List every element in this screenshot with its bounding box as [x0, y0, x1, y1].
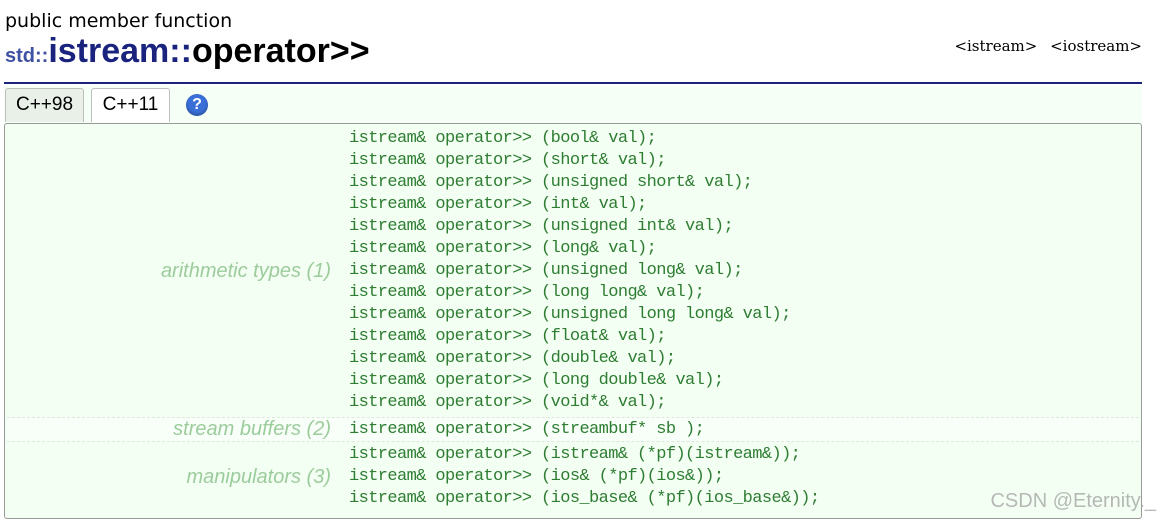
prototype: istream& operator>> (unsigned long& val)…: [349, 261, 743, 280]
prototype-list: istream& operator>> (istream& (*pf)(istr…: [349, 444, 820, 510]
watermark: CSDN @Eternity._: [990, 490, 1156, 512]
prototype: istream& operator>> (int& val);: [349, 195, 647, 214]
group-stream-buffers: stream buffers (2) istream& operator>> (…: [7, 417, 1139, 442]
title-namespace[interactable]: std::: [5, 45, 48, 67]
header-link-istream[interactable]: <istream>: [954, 37, 1037, 55]
prototype: istream& operator>> (streambuf* sb );: [349, 420, 705, 439]
title-class[interactable]: istream: [48, 32, 169, 70]
member-kind: public member function: [5, 10, 233, 32]
title-member: operator>>: [191, 32, 370, 70]
header-link-iostream[interactable]: <iostream>: [1050, 37, 1142, 55]
title-rule: [4, 82, 1142, 84]
prototype: istream& operator>> (bool& val);: [349, 129, 657, 148]
tab-cpp98[interactable]: C++98: [5, 88, 84, 122]
group-label: arithmetic types (1): [160, 260, 331, 282]
prototype: istream& operator>> (long& val);: [349, 239, 657, 258]
prototype: istream& operator>> (unsigned int& val);: [349, 217, 734, 236]
prototype: istream& operator>> (long double& val);: [349, 371, 724, 390]
prototype: istream& operator>> (double& val);: [349, 349, 676, 368]
prototype: istream& operator>> (float& val);: [349, 327, 666, 346]
prototype-box: arithmetic types (1) istream& operator>>…: [4, 123, 1142, 519]
tab-cpp11[interactable]: C++11: [91, 88, 170, 122]
prototype: istream& operator>> (unsigned short& val…: [349, 173, 753, 192]
group-label: stream buffers (2): [173, 418, 331, 440]
group-manipulators: manipulators (3) istream& operator>> (is…: [7, 444, 1139, 516]
prototype: istream& operator>> (long long& val);: [349, 283, 705, 302]
prototype: istream& operator>> (short& val);: [349, 151, 666, 170]
prototype-list: istream& operator>> (bool& val); istream…: [349, 128, 791, 414]
header-links: <istream> <iostream>: [946, 37, 1142, 55]
group-label: manipulators (3): [186, 466, 331, 488]
prototype: istream& operator>> (unsigned long long&…: [349, 305, 791, 324]
prototype: istream& operator>> (istream& (*pf)(istr…: [349, 445, 801, 464]
prototype-list: istream& operator>> (streambuf* sb );: [349, 419, 705, 441]
prototype: istream& operator>> (void*& val);: [349, 393, 666, 412]
page-title: std::istream::operator>>: [5, 32, 370, 71]
title-separator: ::: [169, 32, 192, 70]
prototype: istream& operator>> (ios_base& (*pf)(ios…: [349, 489, 820, 508]
prototype: istream& operator>> (ios& (*pf)(ios&));: [349, 467, 724, 486]
question-icon[interactable]: ?: [186, 94, 208, 116]
group-arithmetic-types: arithmetic types (1) istream& operator>>…: [7, 128, 1139, 416]
version-tab-bar: C++98 C++11 ?: [4, 86, 1142, 124]
